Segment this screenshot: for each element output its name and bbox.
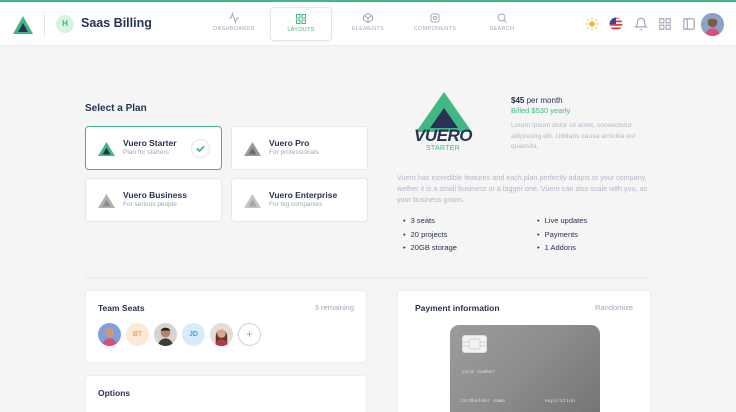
randomize-button[interactable]: Randomize <box>595 303 633 312</box>
add-seat-button[interactable]: + <box>238 323 261 346</box>
card-number-label: card number <box>462 370 496 375</box>
section-divider <box>85 277 651 278</box>
plan-card-starter[interactable]: Vuero Starter Plan for starters <box>85 126 222 170</box>
options-card: Options <box>85 375 367 412</box>
apps-grid-icon[interactable] <box>658 17 672 31</box>
nav-search-label: SEARCH <box>489 26 515 32</box>
nav-components[interactable]: COMPONENTS <box>404 7 466 41</box>
plan-name: Vuero Enterprise <box>269 190 338 200</box>
user-avatar[interactable] <box>701 13 724 36</box>
app-title: Saas Billing <box>81 16 152 30</box>
price-amount: $45 <box>511 96 525 105</box>
plan-paragraph: Vuero has incredible features and each p… <box>397 173 648 204</box>
cardholder-label: cardholder name <box>460 399 506 404</box>
feature-item: 20GB storage <box>403 243 457 252</box>
check-icon <box>196 145 205 153</box>
seat-avatar[interactable] <box>98 323 121 346</box>
card-chip-icon <box>462 335 487 353</box>
brand-divider <box>44 14 45 36</box>
team-seats-title: Team Seats <box>98 303 145 313</box>
sun-icon[interactable] <box>585 17 599 31</box>
plan-name: Vuero Business <box>123 190 187 200</box>
box-icon <box>363 12 373 24</box>
top-navbar: H Saas Billing DASHBOARDS LAYOUTS ELEMEN… <box>0 0 736 46</box>
credit-card-preview: card number cardholder name expiration <box>450 325 600 412</box>
feature-item: 20 projects <box>403 230 448 239</box>
options-title: Options <box>98 388 131 398</box>
plan-name: Vuero Starter <box>123 138 177 148</box>
nav-dashboards[interactable]: DASHBOARDS <box>203 7 265 41</box>
feature-item: 1 Addons <box>537 243 576 252</box>
user-avatar-photo <box>701 13 724 36</box>
nav-dashboards-label: DASHBOARDS <box>213 26 255 32</box>
plan-card-enterprise[interactable]: Vuero Enterprise For big companies <box>231 178 368 222</box>
us-flag-icon[interactable] <box>609 17 623 31</box>
nav-layouts-label: LAYOUTS <box>287 27 315 33</box>
search-icon <box>497 13 507 23</box>
grid-icon <box>296 14 306 24</box>
select-plan-title: Select a Plan <box>85 103 147 114</box>
settings-icon <box>430 13 440 23</box>
seat-avatar[interactable] <box>154 323 177 346</box>
feature-item: Payments <box>537 230 578 239</box>
plan-name: Vuero Pro <box>269 138 310 148</box>
plan-desc: For professionals <box>269 149 319 156</box>
price-line: $45 per month <box>511 96 563 105</box>
team-seats-card: Team Seats 3 remaining BT JD + <box>85 290 367 363</box>
seat-avatar[interactable] <box>210 323 233 346</box>
seat-avatar[interactable]: JD <box>182 323 205 346</box>
nav-elements[interactable]: ELEMENTS <box>337 7 399 41</box>
payment-info-card: Payment information Randomize card numbe… <box>397 290 651 412</box>
plan-desc: For serious people <box>123 201 177 208</box>
plan-desc: Plan for starters <box>123 149 169 156</box>
logo-subtitle: STARTER <box>425 145 461 152</box>
seat-avatar[interactable]: BT <box>126 323 149 346</box>
logo-wordmark: VUERO <box>414 126 472 145</box>
plan-card-pro[interactable]: Vuero Pro For professionals <box>231 126 368 170</box>
chip-lines <box>463 338 486 350</box>
plan-logo-icon <box>98 194 115 208</box>
plan-description: Lorem ipsum dolor sit amet, consectetur … <box>511 122 636 150</box>
activity-icon <box>229 12 239 24</box>
plan-logo-icon <box>98 142 115 156</box>
sidebar-toggle-icon[interactable] <box>682 17 696 31</box>
feature-item: 3 seats <box>403 216 435 225</box>
nav-layouts[interactable]: LAYOUTS <box>270 7 332 41</box>
plan-card-business[interactable]: Vuero Business For serious people <box>85 178 222 222</box>
vuero-logo-icon[interactable] <box>12 15 34 35</box>
nav-search[interactable]: SEARCH <box>471 7 533 41</box>
expiration-label: expiration <box>545 399 576 404</box>
project-badge: H <box>56 15 74 33</box>
plan-logo-icon <box>244 142 261 156</box>
payment-info-title: Payment information <box>415 303 500 313</box>
plan-logo-icon <box>244 194 261 208</box>
seat-avatar-photo <box>98 323 121 346</box>
seats-remaining: 3 remaining <box>314 303 354 312</box>
price-suffix: per month <box>526 96 563 105</box>
plan-desc: For big companies <box>269 201 323 208</box>
bell-icon[interactable] <box>634 17 648 31</box>
seat-avatar-photo <box>210 323 233 346</box>
plan-selected-check <box>191 139 210 158</box>
seat-avatar-photo <box>154 323 177 346</box>
billed-yearly: Billed $530 yearly <box>511 106 571 115</box>
nav-elements-label: ELEMENTS <box>351 26 385 32</box>
nav-components-label: COMPONENTS <box>413 26 457 32</box>
feature-item: Live updates <box>537 216 588 225</box>
